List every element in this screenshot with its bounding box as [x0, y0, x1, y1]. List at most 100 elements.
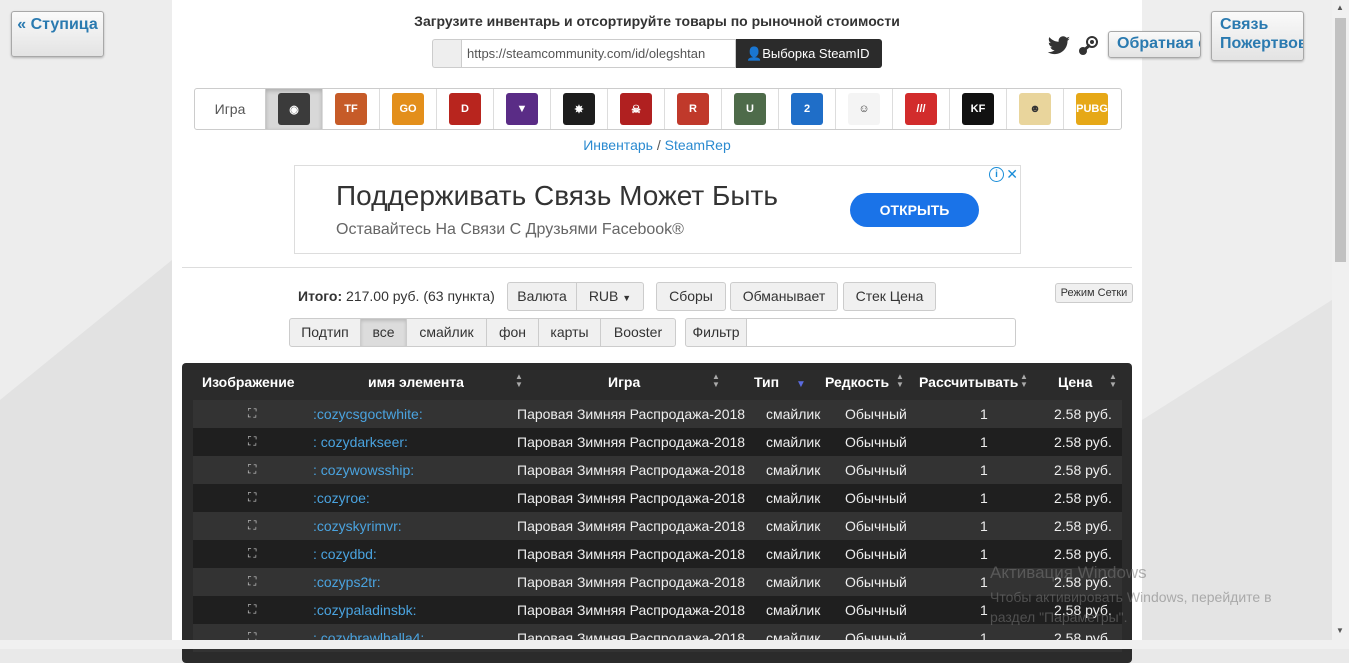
- table-row[interactable]: ⛶:cozyroe: Паровая Зимняя Распродажа-2018…: [193, 484, 1122, 512]
- stack-price-button[interactable]: Стек Цена: [843, 282, 936, 311]
- subtype-cards[interactable]: карты: [538, 318, 601, 347]
- item-price: 2.58 руб.: [1054, 518, 1112, 534]
- ad-banner[interactable]: Поддерживать Связь Может Быть Оставайтес…: [294, 165, 1021, 254]
- total-value: 217.00 руб. (63 пункта): [342, 288, 495, 304]
- item-name[interactable]: :cozypaladinsbk:: [313, 602, 417, 618]
- table-row[interactable]: ⛶: cozywowsship: Паровая Зимняя Распродаж…: [193, 456, 1122, 484]
- item-game: Паровая Зимняя Распродажа-2018: [517, 434, 746, 450]
- game-cozy[interactable]: ☺: [836, 89, 893, 129]
- item-rarity: Обычный: [845, 602, 907, 618]
- steam-icon[interactable]: [1076, 34, 1100, 58]
- game-killingfloor[interactable]: ///: [893, 89, 950, 129]
- item-type: смайлик: [766, 462, 821, 478]
- table-row[interactable]: ⛶ :cozyps2tr: Паровая Зимняя Распродажа-20…: [193, 568, 1122, 596]
- item-count: 1: [980, 518, 988, 534]
- game-dst[interactable]: ☻: [1007, 89, 1064, 129]
- item-name[interactable]: :cozyskyrimvr:: [313, 518, 402, 534]
- game-dota2[interactable]: D: [437, 89, 494, 129]
- sort-price-icon[interactable]: ▲ ▼: [1109, 373, 1117, 389]
- tf2-icon: TF: [335, 93, 367, 125]
- subtype-all[interactable]: все: [360, 318, 407, 347]
- item-name[interactable]: :cozyps2tr:: [313, 574, 381, 590]
- game-rust[interactable]: R: [665, 89, 722, 129]
- col-image[interactable]: Изображение: [202, 374, 295, 390]
- col-game[interactable]: Игра: [608, 374, 640, 390]
- scroll-down-icon[interactable]: ▼: [1336, 626, 1344, 635]
- item-image-icon[interactable]: ⛶: [248, 602, 256, 617]
- back-to-hub-button[interactable]: « Ступица: [11, 11, 104, 57]
- inventory-link[interactable]: Инвентарь: [583, 137, 653, 153]
- col-count[interactable]: Рассчитывать: [919, 374, 1018, 390]
- table-row[interactable]: ⛶ : cozydbd: Паровая Зимняя Распродажа-201…: [193, 540, 1122, 568]
- col-type[interactable]: Тип: [754, 374, 779, 390]
- ad-close-icon[interactable]: ✕: [1006, 166, 1018, 183]
- game-steam[interactable]: ◉: [266, 89, 323, 129]
- sort-game-icon[interactable]: ▲ ▼: [712, 373, 720, 389]
- game-pubg[interactable]: PUBG: [1064, 89, 1120, 129]
- table-row[interactable]: ⛶:cozypaladinsbk: Паровая Зимняя Распрода…: [193, 596, 1122, 624]
- subtype-emoticon[interactable]: смайлик: [406, 318, 487, 347]
- fetch-steamid-button[interactable]: 👤Выборка SteamID: [736, 39, 882, 68]
- item-image-icon[interactable]: ⛶: [248, 406, 256, 421]
- game-payday2[interactable]: ☠: [608, 89, 665, 129]
- item-name[interactable]: :cozyroe:: [313, 490, 370, 506]
- table-row[interactable]: ⛶ :cozycsgoctwhite: Паровая Зимняя Распрод…: [193, 400, 1122, 428]
- steamrep-link[interactable]: SteamRep: [665, 137, 731, 153]
- scroll-up-icon[interactable]: ▲: [1336, 3, 1344, 12]
- item-image-icon[interactable]: ⛶: [248, 546, 256, 561]
- sort-type-desc-icon[interactable]: ▼: [796, 379, 806, 390]
- donate-button[interactable]: Связь Пожертвовать: [1211, 11, 1304, 61]
- item-image-icon[interactable]: ⛶: [248, 462, 256, 477]
- item-rarity: Обычный: [845, 462, 907, 478]
- game-tf2[interactable]: TF: [323, 89, 380, 129]
- item-game: Паровая Зимняя Распродажа-2018: [517, 406, 746, 422]
- item-image-icon[interactable]: ⛶: [248, 434, 256, 449]
- horizontal-scrollbar[interactable]: [0, 640, 1332, 649]
- game-l4d2[interactable]: 2: [779, 89, 836, 129]
- subtype-booster[interactable]: Booster: [600, 318, 676, 347]
- total-label: Итого:: [298, 288, 343, 304]
- item-image-icon[interactable]: ⛶: [248, 574, 256, 589]
- item-name[interactable]: : cozydarkseer:: [313, 434, 408, 450]
- steamid-input[interactable]: https://steamcommunity.com/id/olegshtan: [461, 39, 736, 68]
- table-row[interactable]: ⛶ : cozydarkseer: Паровая Зимняя Распродаж…: [193, 428, 1122, 456]
- col-rarity[interactable]: Редкость: [825, 374, 889, 390]
- scrollbar-thumb[interactable]: [1335, 18, 1346, 262]
- game-h1z1[interactable]: ✸: [551, 89, 608, 129]
- ad-info-icon[interactable]: i: [989, 167, 1004, 182]
- item-price: 2.58 руб.: [1054, 406, 1112, 422]
- item-game: Паровая Зимняя Распродажа-2018: [517, 574, 746, 590]
- fetch-steamid-label: Выборка SteamID: [762, 46, 870, 61]
- grid-mode-button[interactable]: Режим Сетки: [1055, 283, 1133, 303]
- ad-subtitle: Оставайтесь На Связи С Друзьями Facebook…: [336, 221, 684, 238]
- currency-dropdown[interactable]: RUB ▼: [576, 282, 644, 311]
- game-kf2[interactable]: KF: [950, 89, 1007, 129]
- dst-icon: ☻: [1019, 93, 1051, 125]
- item-name[interactable]: : cozywowsship:: [313, 462, 414, 478]
- caret-down-icon: ▼: [622, 293, 632, 303]
- sort-count-icon[interactable]: ▲ ▼: [1020, 373, 1028, 389]
- item-type: смайлик: [766, 602, 821, 618]
- game-artifact[interactable]: ▼: [494, 89, 551, 129]
- table-row[interactable]: ⛶:cozyskyrimvr: Паровая Зимняя Распродажа…: [193, 512, 1122, 540]
- sort-name-icon[interactable]: ▲ ▼: [515, 373, 523, 389]
- twitter-icon[interactable]: [1047, 36, 1071, 56]
- col-name[interactable]: имя элемента: [368, 374, 464, 390]
- item-image-icon[interactable]: ⛶: [248, 518, 256, 533]
- trades-button[interactable]: Обманывает: [730, 282, 838, 311]
- item-name[interactable]: :cozycsgoctwhite:: [313, 406, 423, 422]
- item-game: Паровая Зимняя Распродажа-2018: [517, 546, 746, 562]
- game-csgo[interactable]: GO: [380, 89, 437, 129]
- windows-activation-text: Чтобы активировать Windows, перейдите в …: [990, 589, 1272, 625]
- game-unturned[interactable]: U: [722, 89, 779, 129]
- vertical-scrollbar[interactable]: ▲ ▼: [1332, 0, 1349, 649]
- filter-input[interactable]: [746, 318, 1016, 347]
- sort-rarity-icon[interactable]: ▲ ▼: [896, 373, 904, 389]
- item-name[interactable]: : cozydbd:: [313, 546, 377, 562]
- col-price[interactable]: Цена: [1058, 374, 1092, 390]
- sets-button[interactable]: Сборы: [656, 282, 726, 311]
- item-image-icon[interactable]: ⛶: [248, 490, 256, 505]
- feedback-button[interactable]: Обратная связь: [1108, 31, 1201, 58]
- subtype-background[interactable]: фон: [486, 318, 539, 347]
- ad-open-button[interactable]: ОТКРЫТЬ: [850, 193, 979, 227]
